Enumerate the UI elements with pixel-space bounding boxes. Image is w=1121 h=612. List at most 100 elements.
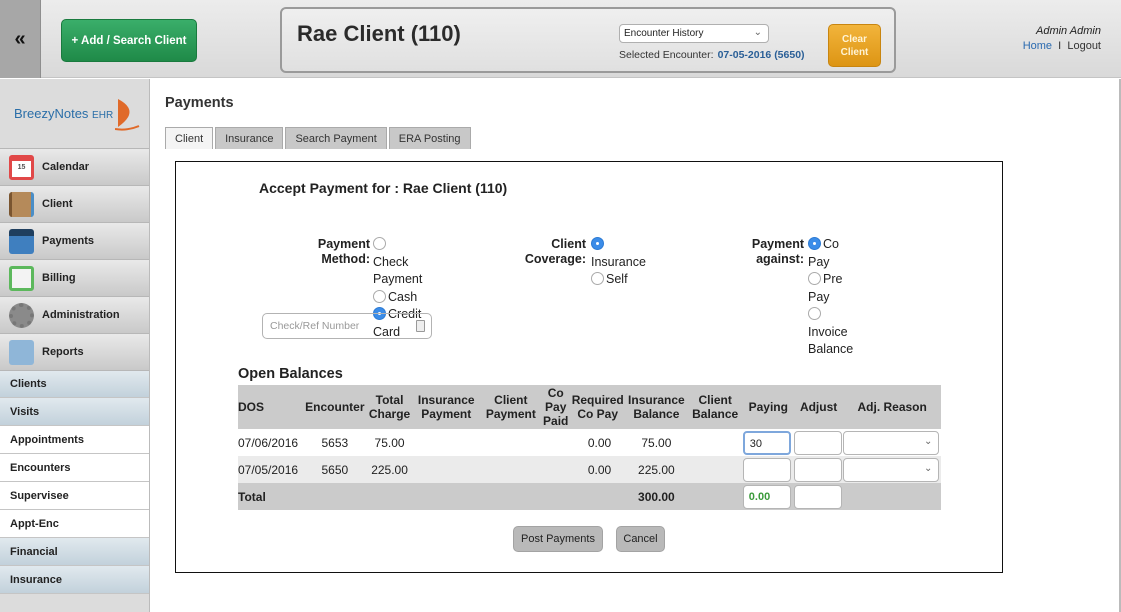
cell-total-adjust — [793, 483, 844, 510]
h2: Balance — [633, 407, 680, 421]
h2: Pay — [545, 400, 567, 414]
sidebar-item-label: Administration — [42, 309, 120, 321]
cell-encounter: 5650 — [302, 456, 368, 483]
subnav-insurance[interactable]: Insurance — [0, 566, 149, 594]
payment-against-label: Payment against: — [728, 237, 804, 267]
clear-client-button[interactable]: Clear Client — [828, 24, 881, 67]
logo-suffix: EHR — [92, 110, 114, 121]
calendar-icon: 15 — [9, 154, 34, 180]
tab-era-posting[interactable]: ERA Posting — [388, 127, 471, 149]
adjust-input[interactable] — [793, 430, 842, 455]
subnav-financial[interactable]: Financial — [0, 538, 149, 566]
cell-paying — [742, 456, 794, 483]
user-name: Admin Admin — [1035, 25, 1101, 37]
logout-link[interactable]: Logout — [1067, 40, 1101, 52]
check-ref-number-input[interactable]: Check/Ref Number — [262, 313, 432, 339]
radio-insurance[interactable] — [591, 237, 604, 250]
tab-insurance[interactable]: Insurance — [215, 127, 284, 149]
col-total-charge: Total Charge — [367, 385, 412, 429]
label-line-1: Client — [551, 237, 586, 251]
adj-reason-select[interactable]: ⌄ — [843, 430, 940, 455]
sidebar-item-label: Calendar — [42, 161, 90, 173]
clear-label-1: Clear — [841, 33, 867, 45]
post-payments-button[interactable]: Post Payments — [513, 526, 603, 552]
h2: Payment — [485, 407, 536, 421]
client-coverage-options: Insurance Self — [591, 236, 646, 289]
add-search-client-button[interactable]: + Add / Search Client — [61, 19, 197, 62]
adjust-input[interactable] — [793, 457, 842, 482]
subnav-clients[interactable]: Clients — [0, 370, 149, 398]
sidebar: BreezyNotes EHR 15 Calendar Client Payme… — [0, 79, 150, 612]
sidebar-item-label: Billing — [42, 272, 76, 284]
cell-adj-reason: ⌄ — [843, 429, 941, 456]
check-ref-placeholder: Check/Ref Number — [270, 320, 360, 332]
total-row: Total 300.00 0.00 — [238, 483, 941, 510]
client-coverage-label: Client Coverage: — [512, 237, 586, 267]
home-link[interactable]: Home — [1023, 40, 1052, 52]
collapse-sidebar-button[interactable]: « — [0, 0, 41, 78]
cell-copay-paid — [541, 429, 570, 456]
open-balances-title: Open Balances — [238, 366, 343, 382]
cell-insurance-balance: 225.00 — [625, 456, 688, 483]
cell-insurance-payment — [412, 456, 481, 483]
cell-total-charge: 75.00 — [374, 435, 405, 450]
h1: Total — [375, 393, 404, 407]
cell-insurance-balance: 75.00 — [641, 435, 672, 450]
cell-client-payment — [480, 456, 542, 483]
subnav-visits[interactable]: Visits — [0, 398, 149, 426]
payment-tabs: Client Insurance Search Payment ERA Post… — [165, 127, 473, 149]
clear-label-2: Client — [840, 46, 869, 58]
selected-encounter-value: 07-05-2016 (5650) — [717, 49, 805, 61]
sidebar-item-payments[interactable]: Payments — [0, 222, 149, 259]
adj-reason-select[interactable]: ⌄ — [843, 457, 940, 482]
selected-encounter: Selected Encounter: 07-05-2016 (5650) — [619, 49, 805, 61]
subnav-appt-enc[interactable]: Appt-Enc — [0, 510, 149, 538]
cell-client-balance — [688, 429, 743, 456]
col-adj-reason: Adj. Reason — [843, 385, 941, 429]
sidebar-item-client[interactable]: Client — [0, 185, 149, 222]
option-label: Payment — [373, 272, 423, 286]
subnav-supervisee[interactable]: Supervisee — [0, 482, 149, 510]
cell-total-paying: 0.00 — [742, 483, 794, 510]
total-adjust-input[interactable] — [793, 484, 842, 509]
contact-card-icon — [416, 320, 425, 332]
radio-check-payment[interactable] — [373, 237, 386, 250]
paying-input[interactable] — [742, 457, 791, 482]
subnav-encounters[interactable]: Encounters — [0, 454, 149, 482]
cancel-button[interactable]: Cancel — [616, 526, 665, 552]
subnav-appointments[interactable]: Appointments — [0, 426, 149, 454]
col-client-payment: Client Payment — [480, 385, 542, 429]
col-dos: DOS — [238, 385, 303, 429]
total-paying-input[interactable]: 0.00 — [742, 484, 791, 509]
radio-co-pay[interactable] — [808, 237, 821, 250]
open-balances-table: DOS Encounter Total Charge Insurance Payme… — [238, 385, 941, 510]
radio-invoice-balance[interactable] — [808, 307, 821, 320]
cell-adjust — [793, 456, 844, 483]
credit-card-icon — [9, 228, 34, 254]
payment-form: Accept Payment for : Rae Client (110) Pa… — [175, 161, 1003, 573]
radio-pre-pay[interactable] — [808, 272, 821, 285]
encounter-history-select[interactable]: Encounter History ⌄ — [619, 24, 769, 43]
h1: Insurance — [628, 393, 685, 407]
sidebar-item-billing[interactable]: Billing — [0, 259, 149, 296]
sidebar-item-reports[interactable]: Reports — [0, 333, 149, 370]
option-label: Balance — [808, 342, 854, 356]
cell-dos: 07/05/2016 — [238, 456, 303, 483]
h2: Co Pay — [577, 407, 619, 421]
sidebar-item-label: Client — [42, 198, 73, 210]
tab-client[interactable]: Client — [165, 127, 214, 149]
col-paying: Paying — [742, 385, 794, 429]
radio-cash[interactable] — [373, 289, 386, 303]
chevron-down-icon: ⌄ — [923, 462, 933, 474]
cell-adj-reason: ⌄ — [843, 456, 941, 483]
link-separator: I — [1058, 40, 1062, 52]
sidebar-item-administration[interactable]: Administration — [0, 296, 149, 333]
paying-input[interactable]: 30 — [742, 430, 791, 455]
page-title: Payments — [165, 95, 234, 111]
payment-against-options: Co Pay Pre Pay Invoice Balance — [808, 236, 853, 359]
tab-search-payment[interactable]: Search Payment — [285, 127, 387, 149]
h1: Insurance — [417, 393, 475, 407]
sidebar-item-calendar[interactable]: 15 Calendar — [0, 148, 149, 185]
user-info: Admin Admin Home I Logout — [1023, 25, 1101, 52]
radio-self[interactable] — [591, 272, 604, 285]
